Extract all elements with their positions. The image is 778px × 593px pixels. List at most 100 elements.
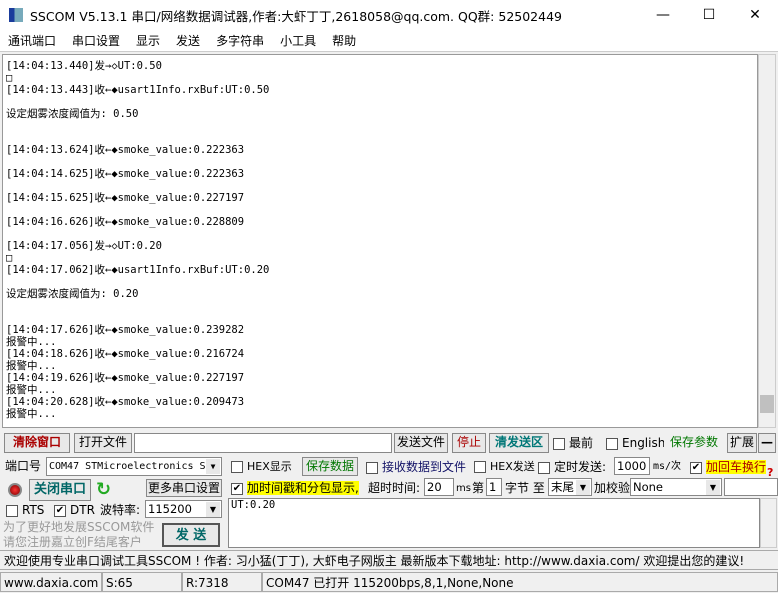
topmost-checkbox[interactable]: 最前 bbox=[553, 434, 593, 452]
checkbox-icon bbox=[553, 437, 565, 450]
log-line: 设定烟雾浓度阈值为: 0.50 bbox=[6, 108, 139, 120]
timeout-unit: ms bbox=[456, 483, 471, 494]
log-line: □ bbox=[6, 252, 13, 264]
open-file-button[interactable]: 打开文件 bbox=[74, 433, 132, 453]
checkbox-icon bbox=[6, 504, 18, 517]
status-port: COM47 已打开 115200bps,8,1,None,None bbox=[262, 572, 778, 592]
log-line: [14:04:17.626]收←◆smoke_value:0.239282 bbox=[6, 324, 245, 336]
chevron-down-icon: ▼ bbox=[706, 480, 720, 495]
send-file-button[interactable]: 发送文件 bbox=[394, 433, 448, 453]
log-line: [14:04:18.626]收←◆smoke_value:0.216724 bbox=[6, 348, 245, 360]
close-button[interactable]: ✕ bbox=[732, 0, 778, 31]
add-crlf-checkbox[interactable]: ✔ 加回车换行 bbox=[690, 458, 767, 476]
maximize-button[interactable]: ☐ bbox=[686, 0, 732, 31]
menu-serial-settings[interactable]: 串口设置 bbox=[64, 31, 128, 51]
receive-scrollbar[interactable] bbox=[758, 54, 776, 428]
checkmark-icon: ✔ bbox=[231, 482, 243, 495]
log-line: [14:04:13.624]收←◆smoke_value:0.222363 bbox=[6, 144, 245, 156]
extra-input[interactable] bbox=[724, 478, 778, 496]
log-line: [14:04:17.056]发→◇UT:0.20 bbox=[6, 240, 162, 252]
hex-display-checkbox[interactable]: HEX显示 bbox=[231, 458, 292, 476]
promo-line-2: 请您注册嘉立创F结尾客户 bbox=[3, 535, 142, 549]
checkmark-icon: ✔ bbox=[54, 504, 66, 517]
byte-from-input[interactable]: 1 bbox=[486, 478, 502, 496]
send-scrollbar[interactable] bbox=[760, 498, 777, 548]
close-port-button[interactable]: 关闭串口 bbox=[29, 479, 91, 501]
log-line: [14:04:17.062]收←◆usart1Info.rxBuf:UT:0.2… bbox=[6, 264, 270, 276]
app-icon bbox=[9, 8, 23, 22]
checksum-select[interactable]: None ▼ bbox=[630, 478, 722, 496]
interval-unit: ms/次 bbox=[653, 461, 682, 472]
refresh-icon[interactable]: ↻ bbox=[96, 479, 111, 500]
more-settings-button[interactable]: 更多串口设置 bbox=[146, 479, 222, 497]
log-line: 报警中... bbox=[6, 408, 57, 420]
expand-button[interactable]: 扩展 bbox=[727, 433, 757, 453]
byte-unit-label: 字节 至 bbox=[505, 481, 545, 495]
hex-send-checkbox[interactable]: HEX发送 bbox=[474, 458, 535, 476]
dtr-checkbox[interactable]: ✔ DTR bbox=[54, 501, 95, 519]
minimize-button[interactable]: — bbox=[640, 0, 686, 31]
rts-checkbox[interactable]: RTS bbox=[6, 501, 44, 519]
menu-display[interactable]: 显示 bbox=[128, 31, 168, 51]
timeout-input[interactable]: 20 bbox=[424, 478, 454, 496]
stop-button[interactable]: 停止 bbox=[452, 433, 486, 453]
chevron-down-icon: ▼ bbox=[206, 502, 220, 517]
log-line: 报警中... bbox=[6, 336, 57, 348]
menu-bar: 通讯端口 串口设置 显示 发送 多字符串 小工具 帮助 bbox=[0, 31, 778, 52]
status-site[interactable]: www.daxia.com bbox=[0, 572, 102, 592]
port-label: 端口号 bbox=[5, 459, 42, 473]
file-path-input[interactable] bbox=[134, 433, 392, 453]
receive-area[interactable]: [14:04:13.440]发→◇UT:0.50 □ [14:04:13.443]收… bbox=[2, 54, 758, 428]
baud-select[interactable]: 115200 ▼ bbox=[145, 500, 222, 518]
log-line: □ bbox=[6, 72, 13, 84]
log-line: [14:04:13.443]收←◆usart1Info.rxBuf:UT:0.5… bbox=[6, 84, 270, 96]
status-received: R:7318 bbox=[182, 572, 262, 592]
collapse-button[interactable]: — bbox=[758, 433, 776, 453]
save-data-button[interactable]: 保存数据 bbox=[302, 457, 358, 476]
log-line: [14:04:15.625]收←◆smoke_value:0.227197 bbox=[6, 192, 245, 204]
clear-window-button[interactable]: 清除窗口 bbox=[4, 433, 70, 453]
checksum-label: 加校验 bbox=[594, 481, 631, 495]
chevron-down-icon: ▼ bbox=[576, 480, 590, 495]
log-line: [14:04:16.626]收←◆smoke_value:0.228809 bbox=[6, 216, 245, 228]
clear-send-button[interactable]: 清发送区 bbox=[489, 433, 549, 453]
checkbox-icon bbox=[538, 461, 550, 474]
log-line: 报警中... bbox=[6, 384, 57, 396]
menu-port[interactable]: 通讯端口 bbox=[0, 31, 64, 51]
log-line: [14:04:20.628]收←◆smoke_value:0.209473 bbox=[6, 396, 245, 408]
log-line: 报警中... bbox=[6, 360, 57, 372]
menu-send[interactable]: 发送 bbox=[168, 31, 208, 51]
checkmark-icon: ✔ bbox=[690, 461, 702, 474]
menu-help[interactable]: 帮助 bbox=[324, 31, 364, 51]
send-textarea[interactable]: UT:0.20 bbox=[228, 498, 760, 548]
status-sent: S:65 bbox=[102, 572, 182, 592]
port-select[interactable]: COM47 STMicroelectronics S ▼ bbox=[46, 457, 222, 476]
send-button[interactable]: 发 送 bbox=[162, 523, 220, 547]
interval-input[interactable]: 1000 bbox=[614, 457, 650, 475]
byte-to-select[interactable]: 末尾 ▼ bbox=[548, 478, 592, 496]
window-title: SSCOM V5.13.1 串口/网络数据调试器,作者:大虾丁丁,2618058… bbox=[30, 9, 562, 24]
log-line: [14:04:13.440]发→◇UT:0.50 bbox=[6, 60, 162, 72]
checkbox-icon bbox=[474, 461, 486, 473]
log-line: 设定烟雾浓度阈值为: 0.20 bbox=[6, 288, 139, 300]
promo-line-1: 为了更好地发展SSCOM软件 bbox=[3, 520, 155, 534]
save-params-button[interactable]: 保存参数 bbox=[664, 433, 724, 453]
baud-label: 波特率: bbox=[100, 503, 141, 517]
chevron-down-icon: ▼ bbox=[206, 459, 220, 474]
marquee-text: 欢迎使用专业串口调试工具SSCOM ! 作者: 习小猛(丁丁), 大虾电子网版主… bbox=[0, 550, 778, 570]
timestamp-checkbox[interactable]: ✔ 加时间戳和分包显示, bbox=[231, 479, 359, 497]
menu-tools[interactable]: 小工具 bbox=[272, 31, 324, 51]
menu-multi-string[interactable]: 多字符串 bbox=[208, 31, 272, 51]
recv-to-file-checkbox[interactable]: 接收数据到文件 bbox=[366, 458, 466, 476]
log-line: [14:04:14.625]收←◆smoke_value:0.222363 bbox=[6, 168, 245, 180]
timed-send-checkbox[interactable]: 定时发送: bbox=[538, 458, 606, 476]
english-checkbox[interactable]: English bbox=[606, 434, 665, 452]
